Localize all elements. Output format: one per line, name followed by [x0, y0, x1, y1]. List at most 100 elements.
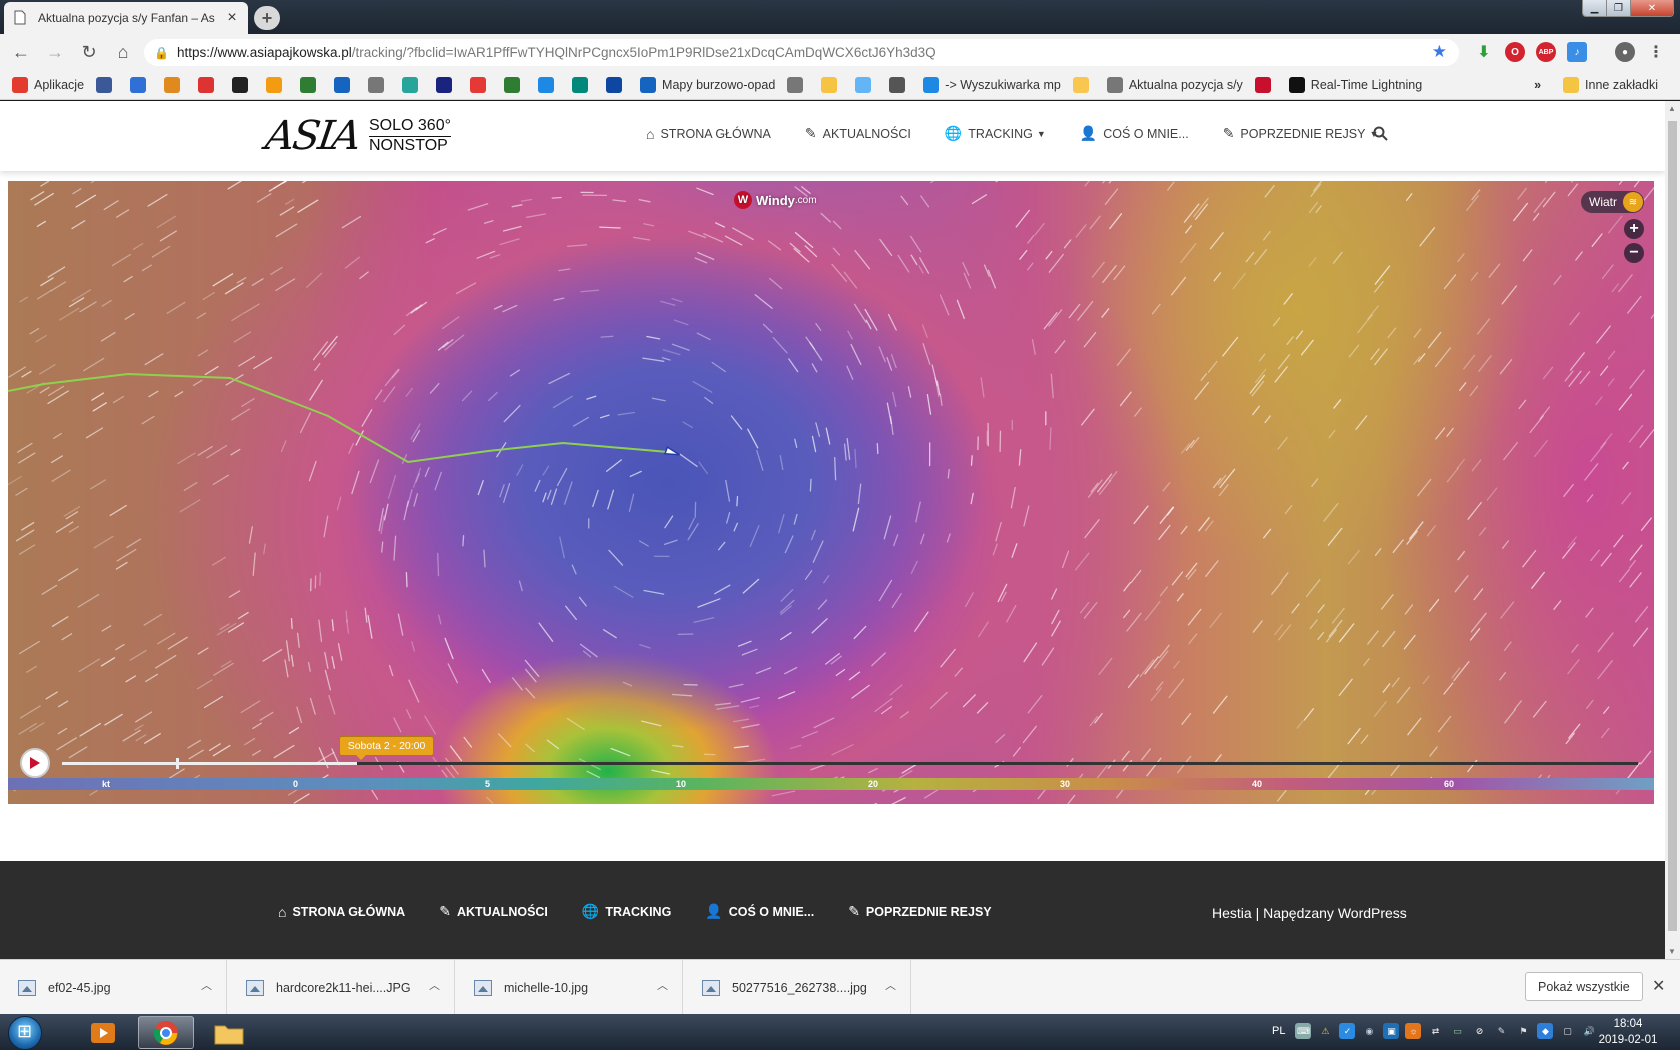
new-tab-button[interactable]: +	[254, 6, 280, 30]
keyboard-icon[interactable]: ⌨	[1295, 1023, 1312, 1039]
shield-icon[interactable]: ✓	[1339, 1023, 1356, 1039]
show-all-downloads-button[interactable]: Pokaż wszystkie	[1525, 972, 1643, 1001]
opera-icon[interactable]: O	[1505, 42, 1525, 62]
bookmark-item[interactable]	[198, 76, 220, 93]
bookmark-item[interactable]	[368, 76, 390, 93]
scroll-down-arrow-icon[interactable]: ▼	[1668, 947, 1676, 956]
bookmark-item[interactable]	[1254, 76, 1277, 93]
steam-icon[interactable]: ◉	[1361, 1023, 1377, 1039]
bookmark-item[interactable]	[436, 76, 458, 93]
browser-tab-active[interactable]: Aktualna pozycja s/y Fanfan – As ×	[4, 2, 248, 34]
display-icon[interactable]: ▢	[1559, 1023, 1575, 1039]
media-player-icon[interactable]	[75, 1016, 131, 1049]
system-clock[interactable]: 18:04 2019-02-01	[1588, 1016, 1668, 1048]
play-button[interactable]	[20, 748, 50, 778]
nav-item-coś-o-mnie[interactable]: 👤 COŚ O MNIE...	[705, 903, 814, 920]
download-item[interactable]: hardcore2k11-hei....JPG ︿	[228, 960, 455, 1015]
usb-icon[interactable]: ⇄	[1427, 1023, 1443, 1039]
bookmark-item[interactable]	[334, 76, 356, 93]
bookmark-item[interactable]	[821, 76, 843, 93]
maximize-button[interactable]: ❐	[1607, 0, 1631, 16]
bookmark-item[interactable]: -> Wyszukiwarka mp	[923, 76, 1061, 93]
nav-item-strona-główna[interactable]: ⌂ STRONA GŁÓWNA	[646, 125, 771, 142]
chevron-up-icon[interactable]: ︿	[201, 977, 212, 993]
windy-map[interactable]: W Windy .com Wiatr ≋ + − Sobota 2 - 20:00…	[8, 181, 1654, 804]
bookmark-item[interactable]	[130, 76, 152, 93]
chrome-taskbar-icon[interactable]	[138, 1016, 194, 1049]
search-icon[interactable]	[1373, 126, 1388, 145]
bookmark-item[interactable]	[572, 76, 594, 93]
close-window-button[interactable]: ✕	[1631, 0, 1673, 16]
windy-logo[interactable]: W Windy .com	[734, 191, 817, 209]
bookmark-star-icon[interactable]: ★	[1432, 42, 1447, 62]
chevron-up-icon[interactable]: ︿	[429, 977, 440, 993]
nav-item-poprzednie-rejsy[interactable]: ✎ POPRZEDNIE REJSY	[848, 903, 991, 920]
bookmark-item[interactable]: Mapy burzowo-opad	[640, 76, 775, 93]
flag-icon[interactable]: ⚑	[1515, 1023, 1531, 1039]
bookmark-item[interactable]	[470, 76, 492, 93]
nav-item-poprzednie-rejsy[interactable]: ✎ POPRZEDNIE REJSY ▼	[1223, 125, 1379, 142]
nav-item-tracking[interactable]: 🌐 TRACKING ▼	[945, 125, 1046, 142]
battery-icon[interactable]: ▭	[1449, 1023, 1465, 1039]
reload-button[interactable]: ↻	[76, 39, 102, 65]
credits-theme-link[interactable]: Hestia	[1212, 905, 1252, 921]
more-bookmarks-chevron-icon[interactable]: »	[1534, 78, 1541, 92]
back-button[interactable]: ←	[8, 39, 34, 65]
zoom-out-button[interactable]: −	[1624, 243, 1644, 263]
page-scrollbar[interactable]: ▲ ▼	[1665, 101, 1680, 959]
tab-close-icon[interactable]: ×	[224, 9, 240, 27]
bookmark-item[interactable]	[538, 76, 560, 93]
extension-icon[interactable]: ♪	[1567, 42, 1587, 62]
bookmark-item[interactable]	[164, 76, 186, 93]
download-item[interactable]: 50277516_262738....jpg ︿	[684, 960, 911, 1015]
start-button[interactable]	[8, 1016, 42, 1050]
download-arrow-icon[interactable]: ⬇	[1474, 42, 1494, 62]
bookmark-item[interactable]	[855, 76, 877, 93]
nav-item-coś-o-mnie[interactable]: 👤 COŚ O MNIE...	[1080, 125, 1189, 142]
bookmark-item[interactable]	[96, 76, 118, 93]
timeline-time-bubble[interactable]: Sobota 2 - 20:00	[338, 736, 435, 760]
bookmark-item[interactable]	[232, 76, 254, 93]
bookmark-item[interactable]	[300, 76, 322, 93]
wind-layer-button[interactable]: Wiatr ≋	[1581, 191, 1644, 213]
adblock-icon[interactable]: ABP	[1536, 42, 1556, 62]
bookmark-item[interactable]: Aplikacje	[12, 76, 84, 93]
tray-orange-icon[interactable]: ☼	[1405, 1023, 1422, 1039]
chevron-up-icon[interactable]: ︿	[657, 977, 668, 993]
bookmark-item[interactable]	[266, 76, 288, 93]
app-tray-icon[interactable]: ▣	[1383, 1023, 1400, 1039]
profile-icon[interactable]: ●	[1615, 42, 1635, 62]
bookmark-item[interactable]	[504, 76, 526, 93]
bookmark-item[interactable]	[402, 76, 424, 93]
forward-button[interactable]: →	[42, 39, 68, 65]
nav-item-strona-główna[interactable]: ⌂ STRONA GŁÓWNA	[278, 903, 405, 920]
menu-kebab-icon[interactable]: ⋮	[1646, 42, 1666, 62]
zoom-in-button[interactable]: +	[1624, 219, 1644, 239]
close-downloads-icon[interactable]: ✕	[1652, 976, 1665, 996]
tools-icon[interactable]: ✎	[1493, 1023, 1509, 1039]
bookmark-item[interactable]	[606, 76, 628, 93]
address-bar[interactable]: 🔒 https://www.asiapajkowska.pl/tracking/…	[144, 39, 1459, 66]
scrollbar-thumb[interactable]	[1668, 121, 1677, 931]
warning-icon[interactable]: ⚠	[1317, 1023, 1333, 1039]
tray-blue-icon[interactable]: ◆	[1537, 1023, 1554, 1039]
minimize-button[interactable]: ▁	[1583, 0, 1607, 16]
download-item[interactable]: ef02-45.jpg ︿	[0, 960, 227, 1015]
bookmark-item[interactable]: Aktualna pozycja s/y	[1106, 76, 1243, 93]
chevron-up-icon[interactable]: ︿	[885, 977, 896, 993]
bookmark-item[interactable]: Real-Time Lightning	[1288, 76, 1422, 93]
other-bookmarks-folder[interactable]: Inne zakładki	[1563, 77, 1658, 93]
download-item[interactable]: michelle-10.jpg ︿	[456, 960, 683, 1015]
wind-legend[interactable]: kt 0 5 10 20 30 40 60	[8, 778, 1654, 790]
site-logo[interactable]: ASIA SOLO 360° NONSTOP	[263, 113, 451, 159]
nav-item-tracking[interactable]: 🌐 TRACKING	[582, 903, 671, 920]
language-indicator[interactable]: PL	[1272, 1025, 1285, 1037]
credits-wordpress-link[interactable]: Napędzany WordPress	[1263, 905, 1407, 921]
network-disabled-icon[interactable]: ⊘	[1471, 1023, 1487, 1039]
nav-item-aktualności[interactable]: ✎ AKTUALNOŚCI	[805, 125, 911, 142]
home-button[interactable]: ⌂	[110, 39, 136, 65]
explorer-folder-icon[interactable]	[201, 1016, 257, 1049]
bookmark-item[interactable]	[1072, 76, 1095, 93]
bookmark-item[interactable]	[787, 76, 809, 93]
nav-item-aktualności[interactable]: ✎ AKTUALNOŚCI	[439, 903, 548, 920]
